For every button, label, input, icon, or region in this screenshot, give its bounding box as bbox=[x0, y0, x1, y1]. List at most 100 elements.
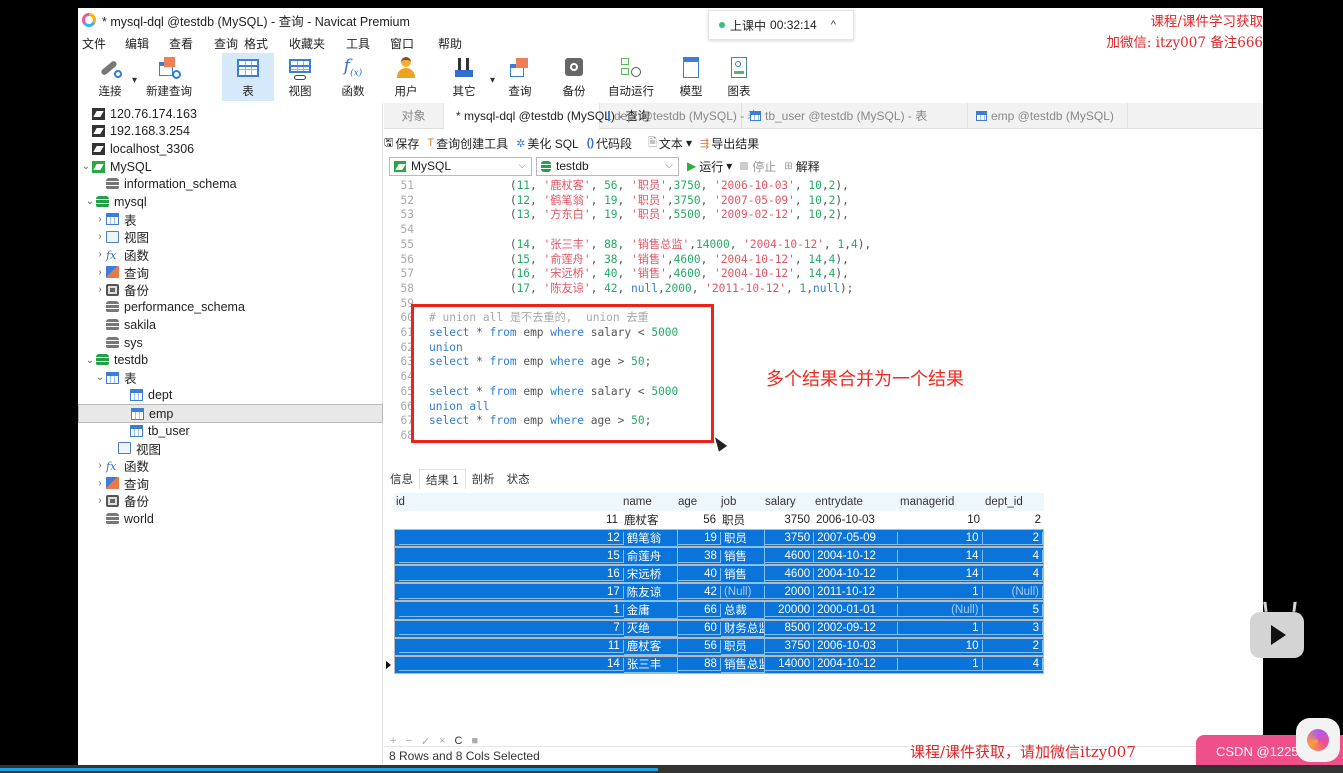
table-cell[interactable]: 88 bbox=[678, 658, 721, 672]
table-cell[interactable]: 4 bbox=[982, 549, 1044, 563]
toolbar-button-table[interactable]: 表 bbox=[222, 53, 274, 101]
table-cell[interactable]: 2 bbox=[982, 640, 1044, 654]
table-cell[interactable]: 鹿杖客 bbox=[621, 511, 676, 529]
result-tab-3[interactable]: 状态 bbox=[501, 469, 536, 489]
toolbar-button-user[interactable]: 用户 bbox=[384, 53, 428, 101]
table-cell[interactable]: 宋远桥 bbox=[623, 565, 679, 583]
table-row[interactable]: 15 俞莲舟 38 销售 4600 2004-10-12 14 4 bbox=[394, 547, 1044, 566]
tree-node[interactable]: › 备份 bbox=[78, 281, 383, 299]
table-cell[interactable]: 鹿杖客 bbox=[623, 638, 679, 656]
table-row[interactable]: 1 金庸 66 总裁 20000 2000-01-01 (Null) 5 bbox=[394, 601, 1044, 620]
bilibili-play-icon[interactable] bbox=[1250, 612, 1304, 658]
table-cell[interactable]: 12 bbox=[399, 531, 624, 545]
table-cell[interactable]: 2004-10-12 bbox=[814, 658, 899, 672]
table-cell[interactable]: 销售 bbox=[720, 565, 765, 583]
table-cell[interactable]: 2002-09-12 bbox=[814, 622, 899, 636]
table-cell[interactable]: 42 bbox=[678, 585, 721, 599]
table-cell[interactable]: 陈友谅 bbox=[623, 583, 679, 601]
table-cell[interactable]: 56 bbox=[678, 640, 721, 654]
table-cell[interactable]: 职员 bbox=[719, 511, 763, 529]
chevron-down-icon[interactable]: ⌄ bbox=[84, 355, 96, 366]
table-row[interactable]: 11 鹿杖客 56 职员 3750 2006-10-03 10 2 bbox=[394, 511, 1044, 529]
column-header-id[interactable]: id bbox=[394, 493, 621, 511]
table-row[interactable]: 7灭绝60财务总监85002002-09-1213 bbox=[394, 619, 1044, 638]
table-cell[interactable]: 11 bbox=[399, 640, 624, 654]
table-cell[interactable]: 2006-10-03 bbox=[814, 640, 899, 654]
tree-node-1921683254[interactable]: 192.168.3.254 bbox=[78, 123, 383, 141]
chevron-right-icon[interactable]: › bbox=[94, 460, 106, 471]
toolbar-button-query[interactable]: 查询 bbox=[498, 53, 542, 101]
run-dropdown-icon[interactable]: ▾ bbox=[726, 159, 732, 173]
table-cell[interactable]: 56 bbox=[676, 511, 719, 529]
tree-node[interactable]: › 查询 bbox=[78, 263, 383, 281]
menu-item[interactable]: 帮助 bbox=[438, 35, 462, 52]
tree-node-sys[interactable]: sys bbox=[78, 334, 383, 352]
table-cell[interactable]: 17 bbox=[399, 585, 624, 599]
query-builder-button[interactable]: T 查询创建工具 bbox=[427, 135, 508, 152]
run-button[interactable]: ▶ 运行 ▾ bbox=[687, 158, 732, 175]
table-cell[interactable]: 2 bbox=[982, 531, 1044, 545]
chevron-right-icon[interactable]: › bbox=[94, 267, 106, 278]
explain-button[interactable]: ⊞ 解释 bbox=[784, 158, 819, 175]
tree-node[interactable]: › 备份 bbox=[78, 492, 383, 510]
table-cell[interactable]: 10 bbox=[898, 531, 983, 545]
table-cell[interactable]: 1 bbox=[898, 658, 983, 672]
table-cell[interactable]: 19 bbox=[678, 531, 721, 545]
toolbar-button-other[interactable]: 其它 bbox=[442, 53, 486, 101]
table-cell[interactable]: 职员 bbox=[720, 638, 765, 656]
table-cell[interactable]: 14000 bbox=[764, 658, 815, 672]
table-cell[interactable]: 俞莲舟 bbox=[623, 547, 679, 565]
table-cell[interactable]: (Null) bbox=[720, 585, 765, 599]
chevron-down-icon[interactable]: ⌄ bbox=[94, 372, 106, 383]
toolbar-button-autorun[interactable]: 自动运行 bbox=[604, 53, 658, 101]
tree-node[interactable]: › 视图 bbox=[78, 228, 383, 246]
table-cell[interactable]: 3750 bbox=[764, 531, 815, 545]
stop-button[interactable]: 停止 bbox=[740, 158, 776, 175]
column-header-dept_id[interactable]: dept_id bbox=[983, 493, 1044, 511]
table-cell[interactable]: 4600 bbox=[764, 549, 815, 563]
table-cell[interactable]: 销售 bbox=[720, 547, 765, 565]
table-cell[interactable]: 38 bbox=[678, 549, 721, 563]
table-row[interactable]: 17 陈友谅 42 (Null) 2000 2011-10-12 1 (Null) bbox=[394, 583, 1044, 602]
tab-2[interactable]: dept @testdb (MySQL) - 表 bbox=[600, 102, 760, 129]
video-progress-bar[interactable] bbox=[0, 765, 1343, 773]
table-cell[interactable]: 5 bbox=[982, 604, 1044, 618]
toolbar-button-function[interactable]: f(x) 函数 bbox=[331, 53, 375, 101]
menu-item[interactable]: 格式 bbox=[244, 35, 268, 52]
column-header-name[interactable]: name bbox=[621, 493, 676, 511]
tree-node[interactable]: › 查询 bbox=[78, 475, 383, 493]
tree-node-performance_schema[interactable]: performance_schema bbox=[78, 299, 383, 317]
table-row[interactable]: 12 鹤笔翁 19 职员 3750 2007-05-09 10 2 bbox=[394, 529, 1044, 548]
table-cell[interactable]: 2000 bbox=[764, 585, 815, 599]
save-button[interactable]: 🖫 保存 bbox=[384, 134, 419, 153]
table-cell[interactable]: 14 bbox=[399, 658, 624, 672]
code-line[interactable]: 57 (16, '宋远桥', 40, '销售',4600, '2004-10-1… bbox=[384, 267, 1263, 282]
table-cell[interactable]: 7 bbox=[399, 622, 624, 636]
chevron-down-icon[interactable]: ⌄ bbox=[84, 196, 96, 207]
table-cell[interactable]: 1 bbox=[898, 622, 983, 636]
table-cell[interactable]: 鹤笔翁 bbox=[623, 529, 679, 547]
table-cell[interactable]: 1 bbox=[898, 585, 983, 599]
tree-node-MySQL[interactable]: ⌄ MySQL bbox=[78, 158, 383, 176]
chevron-right-icon[interactable]: › bbox=[94, 231, 106, 242]
tree-node[interactable]: 视图 bbox=[78, 439, 383, 457]
table-row[interactable]: 16 宋远桥 40 销售 4600 2004-10-12 14 4 bbox=[394, 565, 1044, 584]
text-button[interactable]: 🗎 文本 ▾ bbox=[648, 134, 692, 153]
dropdown-icon[interactable]: ▾ bbox=[686, 136, 692, 150]
table-row[interactable]: 11 鹿杖客 56 职员 3750 2006-10-03 10 2 bbox=[394, 637, 1044, 656]
table-cell[interactable]: 4 bbox=[982, 567, 1044, 581]
chevron-right-icon[interactable]: › bbox=[94, 478, 106, 489]
toolbar-button-backup[interactable]: 备份 bbox=[552, 53, 596, 101]
menu-item[interactable]: 文件 bbox=[82, 35, 106, 52]
code-line[interactable]: 56 (15, '俞莲舟', 38, '销售',4600, '2004-10-1… bbox=[384, 253, 1263, 268]
dropdown-arrow-icon[interactable]: ▾ bbox=[132, 75, 137, 86]
column-header-entrydate[interactable]: entrydate bbox=[813, 493, 898, 511]
toolbar-button-chart[interactable]: 图表 bbox=[717, 53, 761, 101]
code-line[interactable]: 58 (17, '陈友谅', 42, null,2000, '2011-10-1… bbox=[384, 282, 1263, 297]
code-snippet-button[interactable]: () 代码段 bbox=[587, 135, 632, 152]
table-cell[interactable]: 40 bbox=[678, 567, 721, 581]
export-results-button[interactable]: ⇶ 导出结果 bbox=[700, 135, 759, 152]
connection-select[interactable]: MySQL ⌵ bbox=[389, 156, 532, 176]
table-row[interactable]: 14张三丰88销售总监140002004-10-1214 bbox=[394, 655, 1044, 674]
chevron-right-icon[interactable]: › bbox=[94, 284, 106, 295]
